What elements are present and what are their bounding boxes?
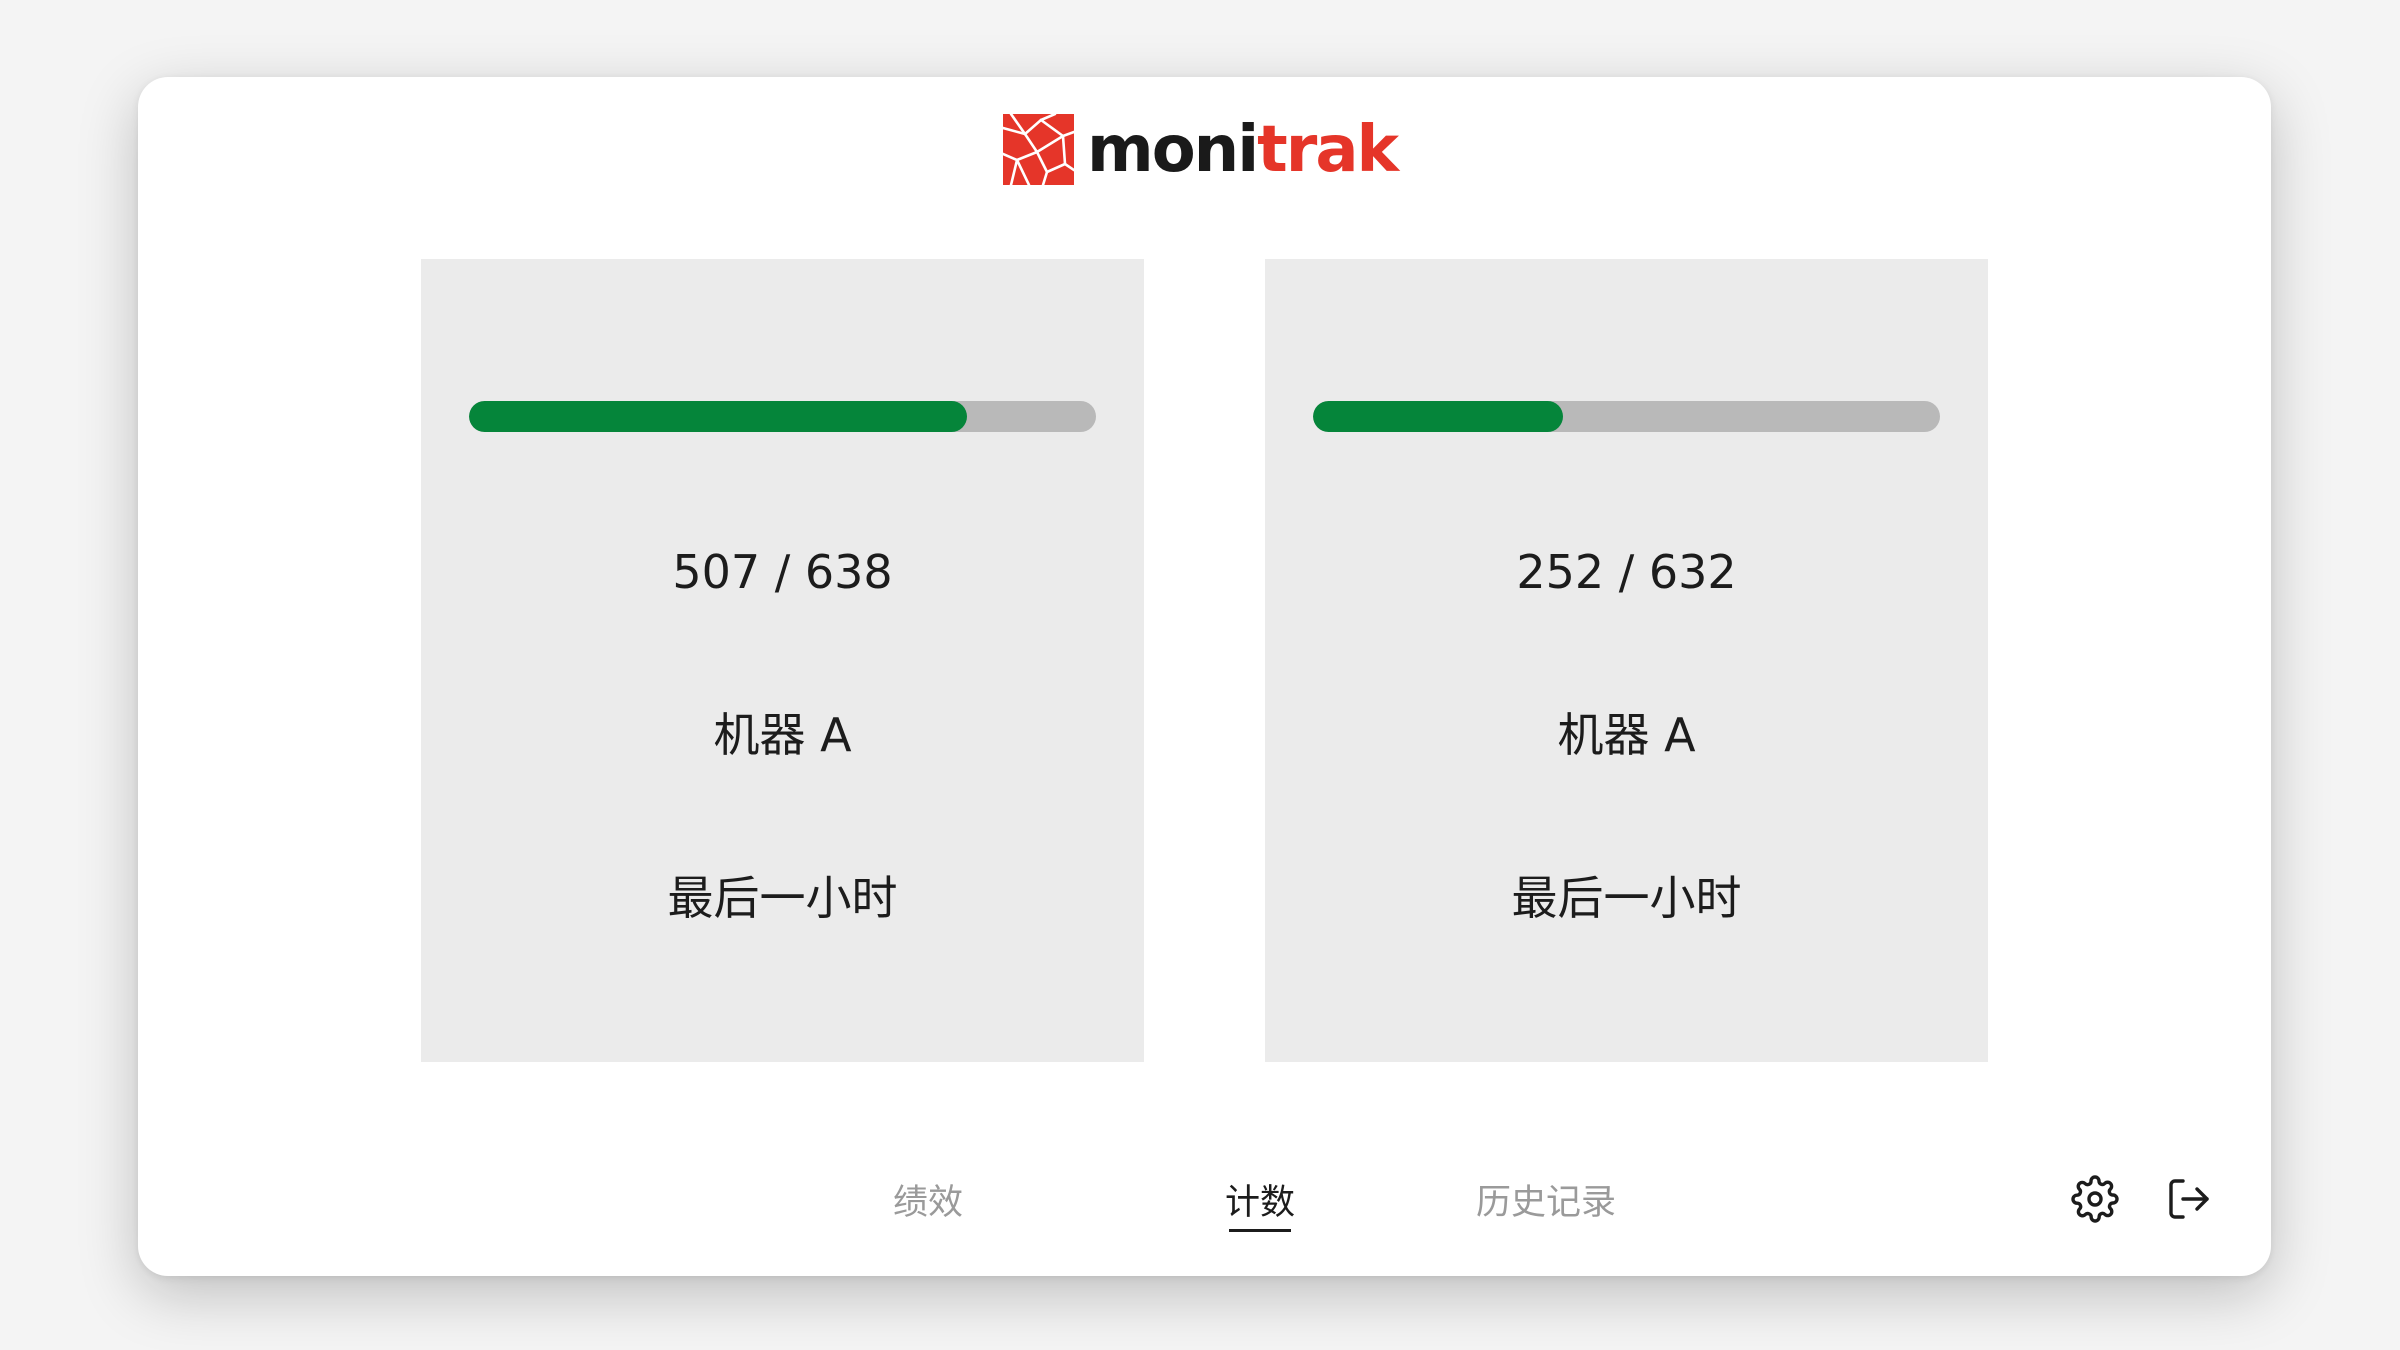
logout-button[interactable]	[2165, 1175, 2213, 1223]
app-window: monitrak 507 / 638 机器 A 最后一小时 252 / 632 …	[138, 77, 2271, 1276]
tab-performance[interactable]: 绩效	[893, 1186, 963, 1221]
count-value: 507 / 638	[672, 545, 893, 599]
progress-bar	[469, 401, 1096, 432]
logo-mark-icon	[1003, 114, 1074, 185]
tab-history[interactable]: 历史记录	[1476, 1186, 1616, 1221]
monitrak-logo: monitrak	[1003, 112, 1399, 187]
time-period: 最后一小时	[1511, 871, 1742, 925]
progress-bar	[1313, 401, 1940, 432]
logo-text-moni: moni	[1087, 112, 1259, 187]
count-value: 252 / 632	[1516, 545, 1737, 599]
progress-bar-fill	[1313, 401, 1563, 432]
logo-text-trak: trak	[1257, 112, 1399, 187]
tab-count[interactable]: 计数	[1225, 1186, 1295, 1232]
settings-button[interactable]	[2071, 1175, 2119, 1223]
logo-wordmark: monitrak	[1087, 118, 1399, 182]
time-period: 最后一小时	[667, 871, 898, 925]
gear-icon	[2071, 1175, 2119, 1223]
counter-card: 507 / 638 机器 A 最后一小时	[421, 259, 1144, 1062]
machine-name: 机器 A	[713, 708, 852, 762]
counter-card: 252 / 632 机器 A 最后一小时	[1265, 259, 1988, 1062]
logout-icon	[2169, 1179, 2209, 1219]
progress-bar-fill	[469, 401, 968, 432]
machine-name: 机器 A	[1557, 708, 1696, 762]
